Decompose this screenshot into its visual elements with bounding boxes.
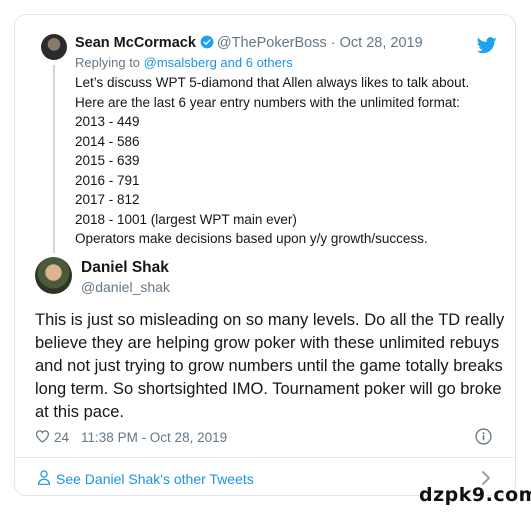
see-other-tweets-label: See Daniel Shak's other Tweets <box>56 471 254 487</box>
replying-to-label: Replying to <box>75 55 144 70</box>
quoted-author-handle[interactable]: @ThePokerBoss <box>217 35 327 51</box>
quoted-tweet-line: 2015 - 639 <box>75 153 140 168</box>
main-author-avatar[interactable] <box>35 257 72 294</box>
verified-badge-icon <box>200 35 214 53</box>
replying-to-line: Replying to @msalsberg and 6 others <box>75 55 293 70</box>
quoted-tweet-line: 2014 - 586 <box>75 133 140 149</box>
quoted-tweet-line: Let’s discuss WPT 5-diamond that Allen a… <box>75 75 470 90</box>
main-tweet-line: and not just trying to grow numbers unti… <box>35 357 503 375</box>
like-count[interactable]: 24 <box>54 430 69 445</box>
footer-divider <box>15 457 515 458</box>
main-tweet-line: This is just so misleading on so many le… <box>35 311 505 329</box>
main-author-name[interactable]: Daniel Shak <box>81 259 169 277</box>
person-icon <box>37 470 56 488</box>
quoted-tweet-date[interactable]: Oct 28, 2019 <box>340 35 423 51</box>
embedded-tweet-card: Sean McCormack @ThePokerBoss · Oct 28, 20… <box>14 14 516 496</box>
quoted-tweet-line: 2017 - 812 <box>75 192 140 207</box>
info-icon[interactable] <box>475 428 492 450</box>
quoted-tweet-line: 2013 - 449 <box>75 114 140 129</box>
quoted-tweet-header: Sean McCormack @ThePokerBoss · Oct 28, 20… <box>75 35 423 53</box>
quoted-author-name[interactable]: Sean McCormack <box>75 35 196 51</box>
quoted-tweet-line: 2016 - 791 <box>75 172 140 188</box>
main-tweet-text: This is just so misleading on so many le… <box>35 309 505 424</box>
site-watermark: dzpk9.com <box>419 484 531 506</box>
quoted-tweet-text: Let’s discuss WPT 5-diamond that Allen a… <box>75 73 469 249</box>
tweet-actions: 24 11:38 PM - Oct 28, 2019 <box>35 429 227 446</box>
quoted-author-avatar[interactable] <box>41 34 67 60</box>
meta-separator: · <box>330 35 336 51</box>
twitter-bird-icon[interactable] <box>476 37 497 59</box>
main-tweet-line: long term. So shortsighted IMO. Tourname… <box>35 380 502 398</box>
main-tweet-line: at this pace. <box>35 403 124 421</box>
thread-connector-line <box>53 65 55 253</box>
quoted-tweet-line: 2018 - 1001 (largest WPT main ever) <box>75 211 297 227</box>
main-author-handle[interactable]: @daniel_shak <box>81 279 170 295</box>
main-tweet-line: believe they are helping grow poker with… <box>35 334 500 352</box>
quoted-tweet-line: Here are the last 6 year entry numbers w… <box>75 94 460 110</box>
tweet-timestamp[interactable]: 11:38 PM - Oct 28, 2019 <box>81 430 227 445</box>
quoted-tweet-line: Operators make decisions based upon y/y … <box>75 231 428 246</box>
see-other-tweets-link[interactable]: See Daniel Shak's other Tweets <box>37 470 254 488</box>
heart-icon[interactable] <box>35 429 50 446</box>
replying-to-link[interactable]: @msalsberg and 6 others <box>144 55 293 70</box>
